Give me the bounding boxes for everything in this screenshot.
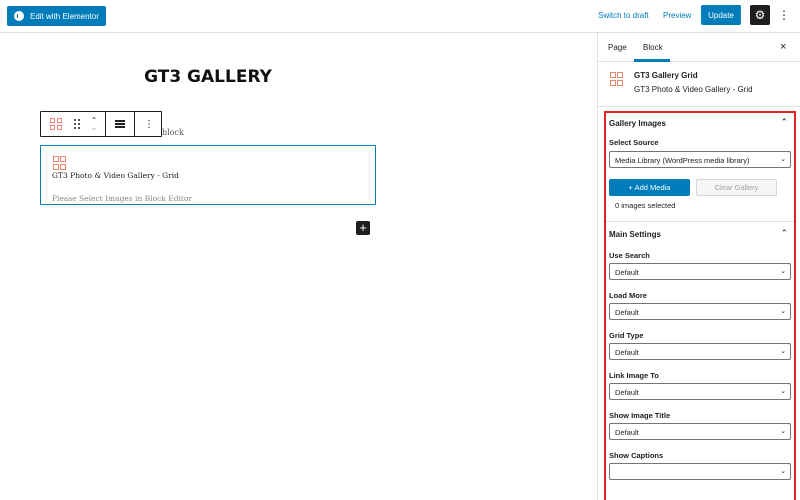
- chevron-down-icon: ⌄: [780, 348, 786, 355]
- block-card-description: GT3 Photo & Video Gallery - Grid: [634, 85, 753, 94]
- alignment-button[interactable]: [106, 112, 134, 136]
- preview-link[interactable]: Preview: [663, 11, 691, 20]
- select-source-value: Media Library (WordPress media library): [615, 156, 750, 165]
- elementor-icon: [14, 11, 24, 21]
- chevron-down-icon: ⌄: [780, 308, 786, 315]
- vertical-ellipsis-icon: ⋮: [144, 118, 154, 130]
- editor-canvas: GT3 GALLERY ⌃ ⌄ ⋮ block GT3 Photo & Vide…: [0, 34, 597, 500]
- drag-handle-icon: [74, 119, 80, 129]
- panel-divider: [606, 221, 794, 222]
- show-image-title-label: Show Image Title: [609, 411, 671, 420]
- align-center-icon: [115, 120, 125, 128]
- chevron-down-icon: ⌄: [780, 428, 786, 435]
- gallery-grid-icon: [610, 72, 623, 86]
- load-more-value: Default: [615, 308, 639, 317]
- editor-top-bar: Edit with Elementor Switch to draft Prev…: [0, 0, 800, 33]
- link-image-to-label: Link Image To: [609, 371, 659, 380]
- block-options-button[interactable]: ⋮: [135, 112, 163, 136]
- gallery-images-panel-toggle[interactable]: Gallery Images ⌃: [606, 113, 794, 135]
- select-source-label: Select Source: [609, 138, 659, 147]
- alignment-group: [106, 112, 135, 136]
- block-placeholder-text: block: [162, 128, 184, 137]
- setting-show-image-title: Show Image Title Default ⌄: [606, 411, 794, 440]
- show-captions-label: Show Captions: [609, 451, 664, 460]
- gallery-block-title: GT3 Photo & Video Gallery - Grid: [52, 171, 179, 180]
- link-image-to-dropdown[interactable]: Default ⌄: [609, 383, 791, 400]
- switch-to-draft-link[interactable]: Switch to draft: [598, 11, 649, 20]
- block-mover-icons: ⌃ ⌄: [91, 117, 98, 132]
- block-settings-panels: Gallery Images ⌃ Select Source Media Lib…: [604, 111, 796, 500]
- select-source-dropdown[interactable]: Media Library (WordPress media library) …: [609, 151, 791, 168]
- show-captions-dropdown[interactable]: ⌄: [609, 463, 791, 480]
- setting-load-more: Load More Default ⌄: [606, 291, 794, 320]
- use-search-label: Use Search: [609, 251, 650, 260]
- media-buttons: + Add Media Clear Gallery: [606, 179, 794, 199]
- chevron-up-icon: ⌃: [780, 117, 788, 127]
- gallery-grid-icon: [50, 118, 62, 130]
- block-mover[interactable]: ⌃ ⌄: [83, 112, 105, 136]
- main-settings-heading: Main Settings: [609, 230, 662, 239]
- grid-type-dropdown[interactable]: Default ⌄: [609, 343, 791, 360]
- tab-page[interactable]: Page: [608, 43, 627, 52]
- move-down-icon[interactable]: ⌄: [91, 124, 98, 132]
- drag-handle[interactable]: [71, 112, 83, 136]
- setting-use-search: Use Search Default ⌄: [606, 251, 794, 280]
- block-card-name: GT3 Gallery Grid: [634, 71, 698, 80]
- gallery-block-hint: Please Select Images in Block Editor: [52, 194, 193, 203]
- chevron-down-icon: ⌄: [780, 268, 786, 275]
- block-type-group: ⌃ ⌄: [41, 112, 106, 136]
- chevron-down-icon: ⌄: [780, 468, 786, 475]
- more-options-icon[interactable]: ⋮: [778, 6, 790, 24]
- chevron-down-icon: ⌄: [780, 156, 786, 163]
- options-group: ⋮: [135, 112, 163, 136]
- setting-grid-type: Grid Type Default ⌄: [606, 331, 794, 360]
- close-sidebar-icon[interactable]: ×: [780, 41, 786, 53]
- use-search-dropdown[interactable]: Default ⌄: [609, 263, 791, 280]
- block-card: GT3 Gallery Grid GT3 Photo & Video Galle…: [598, 62, 800, 107]
- tab-block[interactable]: Block: [643, 43, 663, 52]
- update-button[interactable]: Update: [701, 5, 741, 25]
- main-settings-panel-toggle[interactable]: Main Settings ⌃: [606, 224, 794, 246]
- chevron-down-icon: ⌄: [780, 388, 786, 395]
- gallery-grid-icon: [53, 156, 66, 170]
- settings-gear-icon[interactable]: ⚙: [750, 5, 770, 25]
- show-image-title-value: Default: [615, 428, 639, 437]
- images-selected-count: 0 images selected: [615, 201, 676, 210]
- grid-type-label: Grid Type: [609, 331, 644, 340]
- add-block-icon[interactable]: +: [356, 221, 370, 235]
- post-title[interactable]: GT3 GALLERY: [0, 67, 416, 87]
- setting-show-captions: Show Captions ⌄: [606, 451, 794, 480]
- chevron-up-icon: ⌃: [780, 228, 788, 238]
- sidebar-tabs: Page Block ×: [598, 33, 800, 62]
- settings-sidebar: Page Block × GT3 Gallery Grid GT3 Photo …: [597, 33, 800, 500]
- load-more-label: Load More: [609, 291, 647, 300]
- grid-type-value: Default: [615, 348, 639, 357]
- add-media-button[interactable]: + Add Media: [609, 179, 690, 196]
- gallery-images-heading: Gallery Images: [609, 119, 666, 128]
- use-search-value: Default: [615, 268, 639, 277]
- load-more-dropdown[interactable]: Default ⌄: [609, 303, 791, 320]
- edit-with-elementor-label: Edit with Elementor: [30, 11, 99, 21]
- setting-link-image-to: Link Image To Default ⌄: [606, 371, 794, 400]
- link-image-to-value: Default: [615, 388, 639, 397]
- block-type-switcher-button[interactable]: [41, 112, 71, 136]
- show-image-title-dropdown[interactable]: Default ⌄: [609, 423, 791, 440]
- clear-gallery-button[interactable]: Clear Gallery: [696, 179, 777, 196]
- block-toolbar: ⌃ ⌄ ⋮: [40, 111, 162, 137]
- edit-with-elementor-button[interactable]: Edit with Elementor: [7, 6, 106, 26]
- gt3-gallery-block[interactable]: GT3 Photo & Video Gallery - Grid Please …: [40, 145, 376, 205]
